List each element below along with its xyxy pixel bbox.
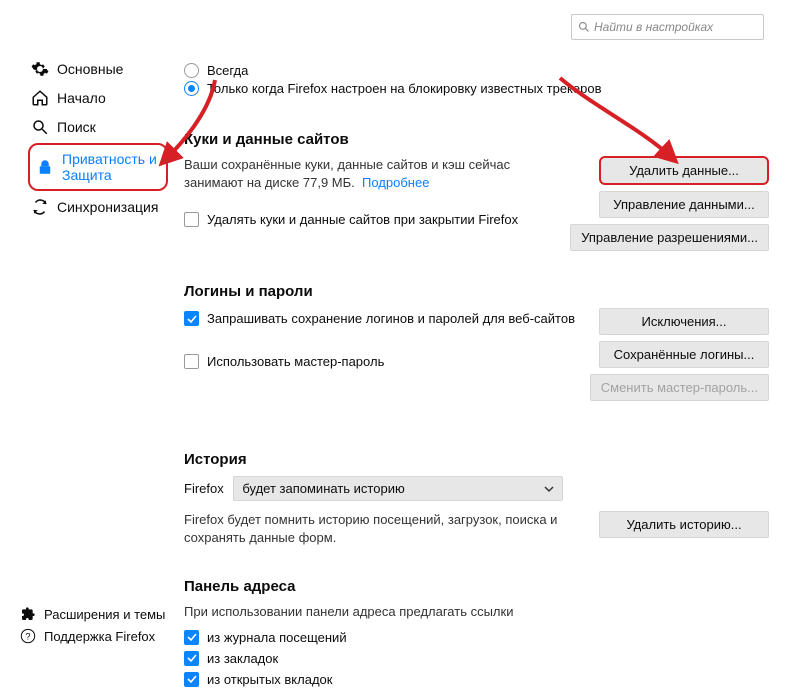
checkbox-ask-save-logins[interactable]: Запрашивать сохранение логинов и паролей… [184, 311, 578, 326]
exceptions-button[interactable]: Исключения... [599, 308, 769, 335]
sidebar-label: Поиск [57, 119, 96, 135]
learn-more-link[interactable]: Подробнее [362, 175, 429, 190]
checkbox-master-password[interactable]: Использовать мастер-пароль [184, 354, 578, 369]
home-icon [31, 89, 49, 107]
select-value: будет запоминать историю [242, 481, 404, 496]
svg-text:?: ? [25, 631, 30, 641]
checkbox-icon [184, 651, 199, 666]
section-title-addressbar: Панель адреса [184, 578, 769, 595]
checkbox-icon [184, 311, 199, 326]
lock-icon [36, 158, 54, 176]
sidebar-item-home[interactable]: Начало [28, 85, 168, 111]
history-desc: Firefox будет помнить историю посещений,… [184, 511, 599, 546]
section-title-logins: Логины и пароли [184, 283, 769, 300]
checkbox-suggest-bookmarks[interactable]: из закладок [184, 651, 769, 666]
radio-icon [184, 63, 199, 78]
sidebar-label: Начало [57, 90, 106, 106]
clear-data-button[interactable]: Удалить данные... [599, 156, 769, 185]
radio-label: Только когда Firefox настроен на блокиро… [207, 81, 602, 96]
checkbox-icon [184, 630, 199, 645]
sidebar-item-privacy[interactable]: Приватность и Защита [28, 143, 168, 191]
sidebar-bottom: Расширения и темы ? Поддержка Firefox [20, 606, 165, 644]
search-input[interactable]: Найти в настройках [571, 14, 764, 40]
manage-permissions-button[interactable]: Управление разрешениями... [570, 224, 769, 251]
sidebar-item-search[interactable]: Поиск [28, 114, 168, 140]
checkbox-label: из закладок [207, 651, 278, 666]
history-prefix: Firefox [184, 481, 224, 496]
saved-logins-button[interactable]: Сохранённые логины... [599, 341, 769, 368]
checkbox-clear-on-close[interactable]: Удалять куки и данные сайтов при закрыти… [184, 212, 558, 227]
checkbox-icon [184, 212, 199, 227]
gear-icon [31, 60, 49, 78]
search-icon [578, 21, 590, 33]
radio-known-trackers[interactable]: Только когда Firefox настроен на блокиро… [184, 81, 769, 96]
manage-data-button[interactable]: Управление данными... [599, 191, 769, 218]
sidebar-item-general[interactable]: Основные [28, 56, 168, 82]
label: Расширения и темы [44, 607, 165, 622]
sidebar-item-support[interactable]: ? Поддержка Firefox [20, 628, 165, 644]
label: Поддержка Firefox [44, 629, 155, 644]
history-mode-select[interactable]: будет запоминать историю [233, 476, 563, 501]
checkbox-suggest-history[interactable]: из журнала посещений [184, 630, 769, 645]
search-placeholder: Найти в настройках [594, 20, 713, 34]
cookies-desc: Ваши сохранённые куки, данные сайтов и к… [184, 156, 558, 191]
change-master-button[interactable]: Сменить мастер-пароль... [590, 374, 769, 401]
main-panel: Всегда Только когда Firefox настроен на … [184, 56, 769, 690]
radio-always[interactable]: Всегда [184, 63, 769, 78]
sidebar-label: Синхронизация [57, 199, 158, 215]
radio-icon [184, 81, 199, 96]
chevron-down-icon [544, 484, 554, 494]
sidebar-item-extensions[interactable]: Расширения и темы [20, 606, 165, 622]
search-icon [31, 118, 49, 136]
checkbox-label: Запрашивать сохранение логинов и паролей… [207, 311, 575, 326]
addressbar-desc: При использовании панели адреса предлага… [184, 603, 769, 621]
checkbox-icon [184, 354, 199, 369]
clear-history-button[interactable]: Удалить историю... [599, 511, 769, 538]
sidebar: Основные Начало Поиск Приватность и Защи… [28, 56, 168, 220]
sync-icon [31, 198, 49, 216]
sidebar-label: Приватность и Защита [62, 151, 160, 183]
checkbox-label: из журнала посещений [207, 630, 347, 645]
checkbox-label: Использовать мастер-пароль [207, 354, 384, 369]
puzzle-icon [20, 606, 36, 622]
radio-label: Всегда [207, 63, 248, 78]
checkbox-label: Удалять куки и данные сайтов при закрыти… [207, 212, 518, 227]
sidebar-item-sync[interactable]: Синхронизация [28, 194, 168, 220]
section-title-cookies: Куки и данные сайтов [184, 131, 769, 148]
section-title-history: История [184, 451, 769, 468]
sidebar-label: Основные [57, 61, 123, 77]
question-icon: ? [20, 628, 36, 644]
